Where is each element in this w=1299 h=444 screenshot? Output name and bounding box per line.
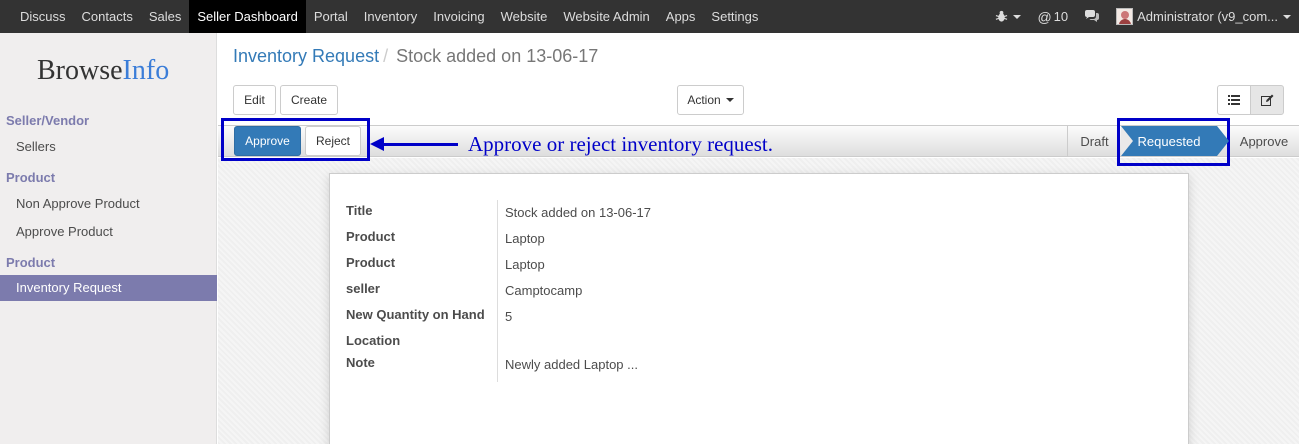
logo-info: Info bbox=[122, 55, 170, 86]
bug-icon bbox=[996, 10, 1008, 22]
field-value-new-quantity: 5 bbox=[505, 309, 513, 324]
nav-portal[interactable]: Portal bbox=[306, 0, 356, 33]
sidebar-section-product: Product bbox=[6, 170, 56, 185]
action-label: Action bbox=[687, 93, 721, 107]
annotation-arrow bbox=[376, 143, 458, 146]
field-label-seller: seller bbox=[346, 281, 380, 296]
field-label-title: Title bbox=[346, 203, 373, 218]
messages-count: 10 bbox=[1053, 9, 1069, 24]
edit-icon bbox=[1260, 94, 1273, 106]
nav-seller-dashboard[interactable]: Seller Dashboard bbox=[189, 0, 306, 33]
comments-icon bbox=[1085, 10, 1100, 22]
field-value-note: Newly added Laptop ... bbox=[505, 357, 638, 372]
sidebar: BrowseInfo Seller/Vendor Sellers Product… bbox=[0, 33, 217, 444]
chat-button[interactable] bbox=[1076, 10, 1108, 23]
sidebar-item-approve-product[interactable]: Approve Product bbox=[16, 224, 113, 239]
list-icon bbox=[1228, 95, 1240, 105]
logo-browse: Browse bbox=[37, 55, 123, 86]
sidebar-item-inventory-request[interactable]: Inventory Request bbox=[0, 275, 217, 301]
systray: @ 10 Administrator (v9_com... bbox=[987, 0, 1299, 33]
chevron-down-icon bbox=[1013, 14, 1022, 19]
field-label-location: Location bbox=[346, 333, 401, 348]
sidebar-item-sellers[interactable]: Sellers bbox=[16, 139, 56, 154]
user-name: Administrator (v9_com... bbox=[1137, 9, 1278, 24]
field-value-seller: Camptocamp bbox=[505, 283, 583, 298]
field-label-note: Note bbox=[346, 355, 375, 370]
field-label-product: Product bbox=[346, 229, 396, 244]
nav-settings[interactable]: Settings bbox=[703, 0, 766, 33]
stage-draft[interactable]: Draft bbox=[1067, 126, 1121, 156]
sidebar-section-product-2: Product bbox=[6, 255, 56, 270]
debug-menu[interactable] bbox=[987, 10, 1029, 23]
breadcrumb-separator: / bbox=[383, 46, 389, 66]
mentions-indicator[interactable]: @ 10 bbox=[1029, 9, 1076, 25]
company-logo: BrowseInfo bbox=[37, 55, 169, 87]
sidebar-section-seller-vendor: Seller/Vendor bbox=[6, 113, 90, 128]
breadcrumb-current: Stock added on 13-06-17 bbox=[396, 46, 599, 66]
field-value-title: Stock added on 13-06-17 bbox=[505, 205, 651, 220]
field-label-new-quantity: New Quantity on Hand bbox=[346, 307, 485, 322]
sidebar-item-non-approve-product[interactable]: Non Approve Product bbox=[16, 196, 140, 211]
form-sheet: Title Stock added on 13-06-17 Product La… bbox=[329, 173, 1189, 444]
stage-approve[interactable]: Approve bbox=[1229, 126, 1299, 156]
main-menu: Discuss Contacts Sales Seller Dashboard … bbox=[0, 0, 766, 33]
nav-apps[interactable]: Apps bbox=[658, 0, 704, 33]
breadcrumb-parent[interactable]: Inventory Request bbox=[233, 46, 379, 66]
edit-button[interactable]: Edit bbox=[233, 85, 276, 115]
field-label-product-2: Product bbox=[346, 255, 396, 270]
avatar bbox=[1116, 8, 1134, 25]
annotation-text: Approve or reject inventory request. bbox=[468, 132, 773, 156]
approve-reject-highlight bbox=[221, 118, 370, 161]
field-divider bbox=[497, 200, 498, 382]
nav-discuss[interactable]: Discuss bbox=[12, 0, 74, 33]
nav-inventory[interactable]: Inventory bbox=[356, 0, 425, 33]
form-view-button[interactable] bbox=[1250, 85, 1284, 115]
stage-requested-label: Requested bbox=[1137, 133, 1201, 149]
nav-website[interactable]: Website bbox=[493, 0, 556, 33]
top-navbar: Discuss Contacts Sales Seller Dashboard … bbox=[0, 0, 1299, 33]
at-icon: @ bbox=[1037, 8, 1052, 25]
chevron-down-icon bbox=[1283, 14, 1291, 19]
list-view-button[interactable] bbox=[1217, 85, 1251, 115]
nav-invoicing[interactable]: Invoicing bbox=[425, 0, 492, 33]
field-value-product: Laptop bbox=[505, 231, 545, 246]
chevron-down-icon bbox=[725, 98, 734, 102]
create-button[interactable]: Create bbox=[280, 85, 338, 115]
breadcrumb: Inventory Request / Stock added on 13-06-1… bbox=[233, 46, 598, 67]
action-dropdown[interactable]: Action bbox=[677, 85, 744, 115]
nav-contacts[interactable]: Contacts bbox=[74, 0, 141, 33]
nav-website-admin[interactable]: Website Admin bbox=[555, 0, 657, 33]
field-value-product-2: Laptop bbox=[505, 257, 545, 272]
nav-sales[interactable]: Sales bbox=[141, 0, 190, 33]
user-menu[interactable]: Administrator (v9_com... bbox=[1108, 8, 1299, 25]
main-content: Inventory Request / Stock added on 13-06-1… bbox=[218, 33, 1299, 444]
